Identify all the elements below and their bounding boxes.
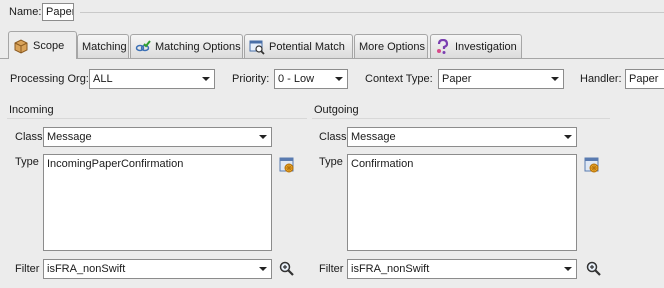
tab-scope[interactable]: Scope [8,31,77,59]
search-window-icon [249,39,265,55]
incoming-type-label: Type [15,156,39,168]
tab-potential-match[interactable]: Potential Match [244,34,353,58]
incoming-type-value: IncomingPaperConfirmation [47,158,184,170]
tab-scope-label: Scope [33,39,65,52]
processing-org-label: Processing Org: [10,73,89,85]
outgoing-class-select[interactable]: Message [347,127,577,147]
outgoing-type-label: Type [319,156,343,168]
tab-more-options[interactable]: More Options [354,34,428,58]
name-label: Name: [9,6,42,18]
chevron-down-icon [560,128,576,146]
name-separator [80,12,664,13]
package-icon [13,38,29,54]
chevron-down-icon [560,260,576,278]
incoming-filter-zoom-icon[interactable] [279,261,295,277]
outgoing-panel-title: Outgoing [312,101,610,119]
incoming-type-picker-icon[interactable] [279,157,295,173]
context-type-value: Paper [442,73,472,85]
incoming-filter-select[interactable]: isFRA_nonSwift [43,259,272,279]
context-type-select[interactable]: Paper [438,69,564,89]
tab-potential-match-label: Potential Match [269,40,345,53]
incoming-filter-value: isFRA_nonSwift [47,263,126,275]
incoming-class-value: Message [47,131,92,143]
tab-matching[interactable]: Matching [77,34,129,58]
question-icon [435,38,451,55]
outgoing-class-label: Class [319,131,347,143]
incoming-class-select[interactable]: Message [43,127,272,147]
outgoing-type-field[interactable]: Confirmation [347,154,577,251]
tab-strip-border [0,58,664,59]
outgoing-filter-select[interactable]: isFRA_nonSwift [347,259,577,279]
tab-investigation-label: Investigation [455,40,517,53]
outgoing-class-value: Message [351,131,396,143]
name-value: Paper [46,6,74,18]
tab-matching-options[interactable]: Matching Options [130,34,243,58]
outgoing-type-picker-icon[interactable] [584,157,600,173]
processing-org-value: ALL [93,73,113,85]
handler-value: Paper [629,73,659,85]
chevron-down-icon [547,70,563,88]
tab-more-options-label: More Options [359,40,426,53]
handler-label: Handler: [580,73,622,85]
priority-label: Priority: [232,73,270,85]
incoming-panel-title: Incoming [7,101,307,119]
priority-value: 0 - Low [278,73,315,85]
handler-select[interactable]: Paper [625,69,664,89]
incoming-class-label: Class [15,131,43,143]
link-check-icon [135,39,151,55]
context-type-label: Context Type: [365,73,433,85]
outgoing-filter-zoom-icon[interactable] [586,261,602,277]
tab-matching-options-label: Matching Options [155,40,241,53]
chevron-down-icon [255,260,271,278]
processing-org-select[interactable]: ALL [89,69,215,89]
tab-investigation[interactable]: Investigation [430,34,522,58]
chevron-down-icon [198,70,214,88]
outgoing-type-value: Confirmation [351,158,414,170]
chevron-down-icon [255,128,271,146]
incoming-type-field[interactable]: IncomingPaperConfirmation [43,154,272,251]
tab-matching-label: Matching [82,40,127,53]
chevron-down-icon [331,70,347,88]
name-field[interactable]: Paper [42,3,74,21]
outgoing-filter-label: Filter [319,263,344,275]
priority-select[interactable]: 0 - Low [274,69,348,89]
outgoing-filter-value: isFRA_nonSwift [351,263,430,275]
incoming-filter-label: Filter [15,263,40,275]
